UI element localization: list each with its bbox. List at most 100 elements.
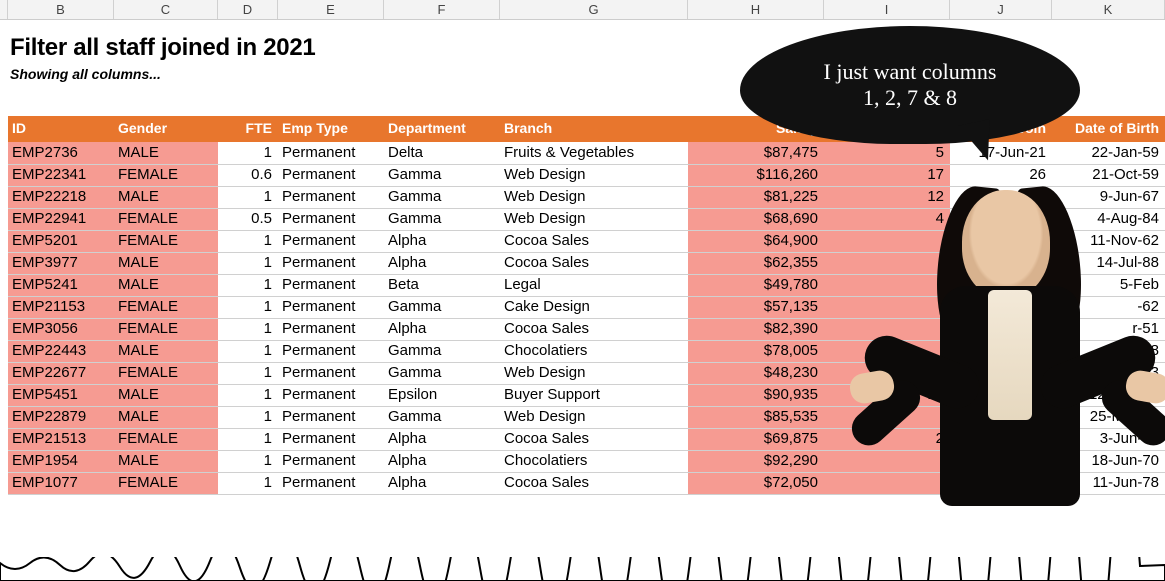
cell-fte[interactable]: 0.5 [218, 208, 278, 230]
cell-branch[interactable]: Web Design [500, 406, 688, 428]
cell-id[interactable]: EMP5201 [8, 230, 114, 252]
col-header-D[interactable]: D [218, 0, 278, 19]
cell-branch[interactable]: Cocoa Sales [500, 230, 688, 252]
cell-salary[interactable]: $85,535 [688, 406, 824, 428]
cell-gender[interactable]: MALE [114, 142, 218, 164]
cell-department[interactable]: Gamma [384, 296, 500, 318]
col-header-J[interactable]: J [950, 0, 1052, 19]
cell-branch[interactable]: Cocoa Sales [500, 318, 688, 340]
cell-branch[interactable]: Buyer Support [500, 384, 688, 406]
cell-fte[interactable]: 1 [218, 142, 278, 164]
cell-branch[interactable]: Cocoa Sales [500, 252, 688, 274]
cell-department[interactable]: Alpha [384, 252, 500, 274]
cell-salary[interactable]: $62,355 [688, 252, 824, 274]
cell-salary[interactable]: $64,900 [688, 230, 824, 252]
cell-salary[interactable]: $90,935 [688, 384, 824, 406]
cell-department[interactable]: Gamma [384, 186, 500, 208]
cell-department[interactable]: Alpha [384, 450, 500, 472]
th-gender[interactable]: Gender [114, 116, 218, 142]
cell-branch[interactable]: Cocoa Sales [500, 472, 688, 494]
cell-gender[interactable]: MALE [114, 252, 218, 274]
cell-department[interactable]: Beta [384, 274, 500, 296]
cell-id[interactable]: EMP3977 [8, 252, 114, 274]
cell-fte[interactable]: 1 [218, 340, 278, 362]
cell-id[interactable]: EMP5241 [8, 274, 114, 296]
cell-fte[interactable]: 1 [218, 472, 278, 494]
col-header-G[interactable]: G [500, 0, 688, 19]
cell-department[interactable]: Epsilon [384, 384, 500, 406]
cell-emptype[interactable]: Permanent [278, 472, 384, 494]
cell-emptype[interactable]: Permanent [278, 252, 384, 274]
cell-branch[interactable]: Web Design [500, 164, 688, 186]
cell-branch[interactable]: Web Design [500, 208, 688, 230]
cell-salary[interactable]: $57,135 [688, 296, 824, 318]
cell-salary[interactable]: $68,690 [688, 208, 824, 230]
th-department[interactable]: Department [384, 116, 500, 142]
cell-salary[interactable]: $116,260 [688, 164, 824, 186]
cell-id[interactable]: EMP22677 [8, 362, 114, 384]
col-header-K[interactable]: K [1052, 0, 1165, 19]
th-birth[interactable]: Date of Birth [1052, 116, 1165, 142]
cell-id[interactable]: EMP22218 [8, 186, 114, 208]
cell-fte[interactable]: 1 [218, 450, 278, 472]
cell-id[interactable]: EMP21513 [8, 428, 114, 450]
cell-fte[interactable]: 1 [218, 318, 278, 340]
cell-id[interactable]: EMP22879 [8, 406, 114, 428]
cell-branch[interactable]: Web Design [500, 186, 688, 208]
cell-department[interactable]: Alpha [384, 472, 500, 494]
cell-branch[interactable]: Web Design [500, 362, 688, 384]
cell-id[interactable]: EMP2736 [8, 142, 114, 164]
col-header-F[interactable]: F [384, 0, 500, 19]
th-fte[interactable]: FTE [218, 116, 278, 142]
cell-leave[interactable]: 5 [824, 142, 950, 164]
cell-branch[interactable]: Fruits & Vegetables [500, 142, 688, 164]
cell-emptype[interactable]: Permanent [278, 296, 384, 318]
cell-id[interactable]: EMP1077 [8, 472, 114, 494]
cell-salary[interactable]: $87,475 [688, 142, 824, 164]
cell-department[interactable]: Gamma [384, 406, 500, 428]
cell-gender[interactable]: FEMALE [114, 296, 218, 318]
cell-branch[interactable]: Chocolatiers [500, 340, 688, 362]
cell-id[interactable]: EMP5451 [8, 384, 114, 406]
cell-department[interactable]: Alpha [384, 428, 500, 450]
cell-department[interactable]: Gamma [384, 164, 500, 186]
col-header-H[interactable]: H [688, 0, 824, 19]
cell-emptype[interactable]: Permanent [278, 208, 384, 230]
cell-emptype[interactable]: Permanent [278, 186, 384, 208]
cell-salary[interactable]: $82,390 [688, 318, 824, 340]
cell-fte[interactable]: 1 [218, 230, 278, 252]
cell-fte[interactable]: 1 [218, 384, 278, 406]
cell-department[interactable]: Gamma [384, 208, 500, 230]
cell-department[interactable]: Alpha [384, 230, 500, 252]
cell-salary[interactable]: $48,230 [688, 362, 824, 384]
cell-gender[interactable]: FEMALE [114, 428, 218, 450]
cell-gender[interactable]: FEMALE [114, 208, 218, 230]
cell-id[interactable]: EMP22941 [8, 208, 114, 230]
cell-emptype[interactable]: Permanent [278, 362, 384, 384]
col-header-C[interactable]: C [114, 0, 218, 19]
cell-emptype[interactable]: Permanent [278, 406, 384, 428]
cell-salary[interactable]: $72,050 [688, 472, 824, 494]
cell-gender[interactable]: MALE [114, 340, 218, 362]
th-branch[interactable]: Branch [500, 116, 688, 142]
cell-salary[interactable]: $81,225 [688, 186, 824, 208]
cell-emptype[interactable]: Permanent [278, 340, 384, 362]
cell-fte[interactable]: 1 [218, 362, 278, 384]
cell-branch[interactable]: Legal [500, 274, 688, 296]
cell-fte[interactable]: 1 [218, 186, 278, 208]
cell-id[interactable]: EMP3056 [8, 318, 114, 340]
cell-emptype[interactable]: Permanent [278, 384, 384, 406]
cell-emptype[interactable]: Permanent [278, 230, 384, 252]
col-header-B[interactable]: B [8, 0, 114, 19]
cell-gender[interactable]: FEMALE [114, 472, 218, 494]
cell-gender[interactable]: FEMALE [114, 230, 218, 252]
table-row[interactable]: EMP22341FEMALE0.6PermanentGammaWeb Desig… [8, 164, 1165, 186]
cell-fte[interactable]: 1 [218, 406, 278, 428]
th-emptype[interactable]: Emp Type [278, 116, 384, 142]
cell-branch[interactable]: Cake Design [500, 296, 688, 318]
cell-emptype[interactable]: Permanent [278, 164, 384, 186]
cell-gender[interactable]: MALE [114, 274, 218, 296]
cell-gender[interactable]: FEMALE [114, 164, 218, 186]
cell-birth[interactable]: 22-Jan-59 [1052, 142, 1165, 164]
cell-emptype[interactable]: Permanent [278, 450, 384, 472]
